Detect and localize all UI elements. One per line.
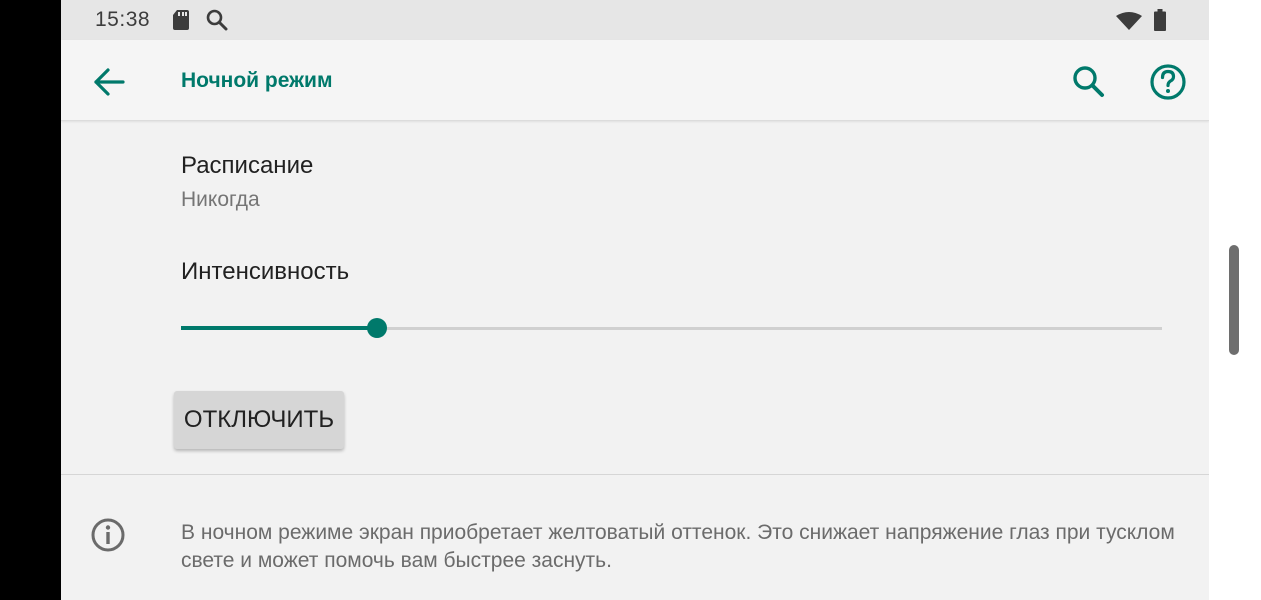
- intensity-slider[interactable]: [181, 318, 1162, 340]
- wifi-icon: [1116, 12, 1142, 35]
- status-time: 15:38: [95, 8, 151, 31]
- app-bar: Ночной режим: [61, 40, 1209, 121]
- divider: [61, 474, 1209, 475]
- settings-screen: 15:38 Ночной режим Расписание Никогда Ин…: [61, 0, 1209, 600]
- sd-card-icon: [173, 10, 189, 35]
- status-bar: 15:38: [61, 0, 1209, 40]
- scrollbar-thumb[interactable]: [1229, 245, 1239, 355]
- battery-icon: [1154, 9, 1166, 36]
- intensity-title: Интенсивность: [181, 258, 350, 285]
- schedule-summary: Никогда: [181, 188, 260, 211]
- back-button[interactable]: [89, 62, 129, 102]
- help-button[interactable]: [1146, 60, 1190, 104]
- slider-fill: [181, 326, 378, 330]
- schedule-title: Расписание: [181, 152, 314, 179]
- search-button[interactable]: [1069, 62, 1109, 102]
- search-icon: [1073, 66, 1104, 97]
- arrow-back-icon: [94, 68, 125, 96]
- help-circle-icon: [1150, 64, 1186, 100]
- footer-description: В ночном режиме экран приобретает желтов…: [181, 521, 1175, 572]
- slider-thumb[interactable]: [367, 318, 388, 338]
- page-title: Ночной режим: [181, 69, 333, 92]
- search-icon: [205, 8, 229, 37]
- turn-off-button[interactable]: ОТКЛЮЧИТЬ: [174, 391, 344, 449]
- info-icon: [89, 516, 127, 554]
